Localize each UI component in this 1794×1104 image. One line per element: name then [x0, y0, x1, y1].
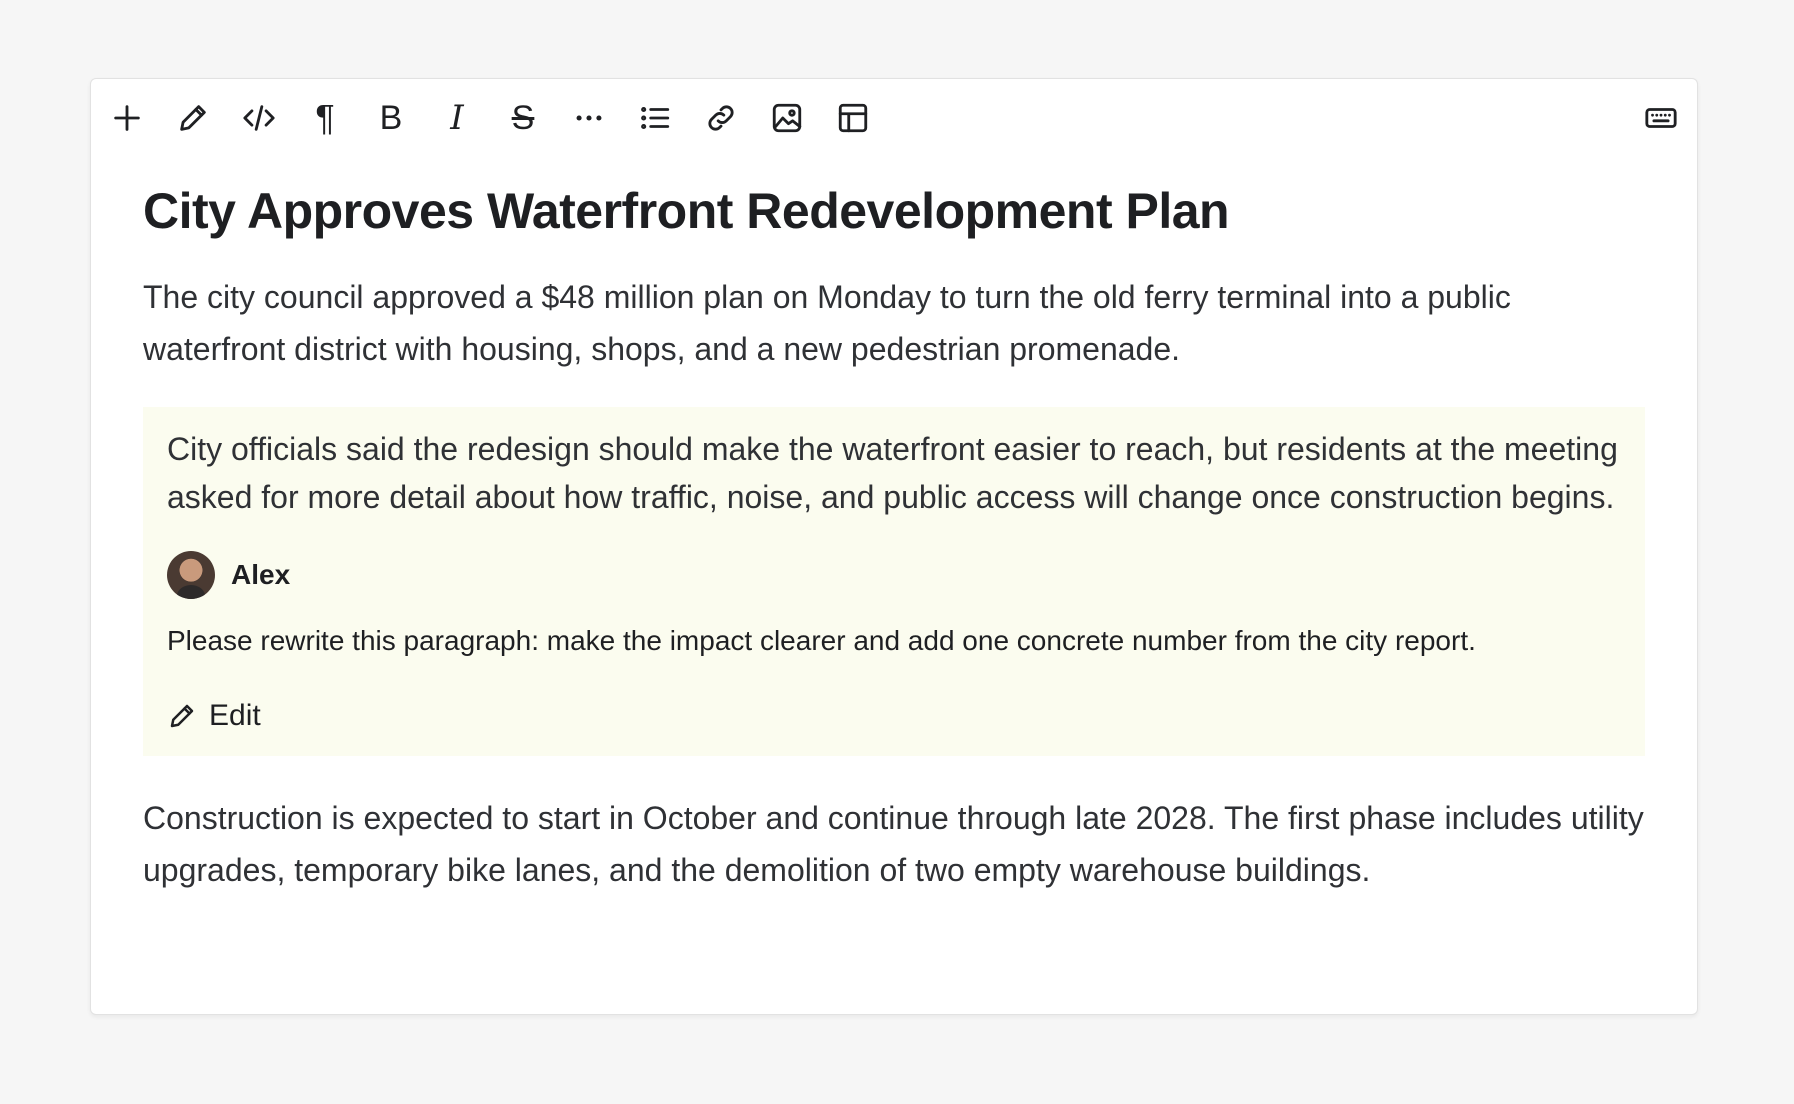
- pencil-icon[interactable]: [173, 98, 213, 138]
- strikethrough-icon[interactable]: S: [503, 98, 543, 138]
- editor-panel: ¶ B I S City Approves Waterfront Redevel…: [90, 78, 1698, 1015]
- link-icon[interactable]: [701, 98, 741, 138]
- closing-paragraph[interactable]: Construction is expected to start in Oct…: [143, 792, 1645, 896]
- highlighted-paragraph[interactable]: City officials said the redesign should …: [167, 425, 1621, 521]
- pencil-icon: [170, 704, 194, 728]
- intro-paragraph[interactable]: The city council approved a $48 million …: [143, 271, 1645, 375]
- more-icon[interactable]: [569, 98, 609, 138]
- keyboard-icon[interactable]: [1641, 98, 1681, 138]
- comment-text: Please rewrite this paragraph: make the …: [167, 625, 1476, 656]
- list-icon[interactable]: [635, 98, 675, 138]
- code-icon[interactable]: [239, 98, 279, 138]
- bold-glyph: B: [379, 99, 403, 137]
- table-icon[interactable]: [833, 98, 873, 138]
- toolbar: ¶ B I S: [91, 79, 1697, 155]
- plus-icon[interactable]: [107, 98, 147, 138]
- avatar: [167, 551, 215, 599]
- document-title[interactable]: City Approves Waterfront Redevelopment P…: [143, 179, 1645, 243]
- edit-button[interactable]: Edit: [167, 699, 261, 733]
- document-content[interactable]: City Approves Waterfront Redevelopment P…: [143, 179, 1645, 896]
- comment-header: Alex: [167, 551, 1621, 599]
- comment-author: Alex: [231, 559, 291, 590]
- bold-icon[interactable]: B: [371, 98, 411, 138]
- image-icon[interactable]: [767, 98, 807, 138]
- italic-icon[interactable]: I: [437, 98, 477, 138]
- edit-label: Edit: [209, 699, 261, 732]
- paragraph-icon[interactable]: ¶: [305, 98, 345, 138]
- italic-glyph: I: [450, 98, 464, 138]
- paragraph-glyph: ¶: [315, 97, 335, 138]
- strike-glyph: S: [511, 99, 535, 137]
- highlighted-block[interactable]: City officials said the redesign should …: [143, 407, 1645, 756]
